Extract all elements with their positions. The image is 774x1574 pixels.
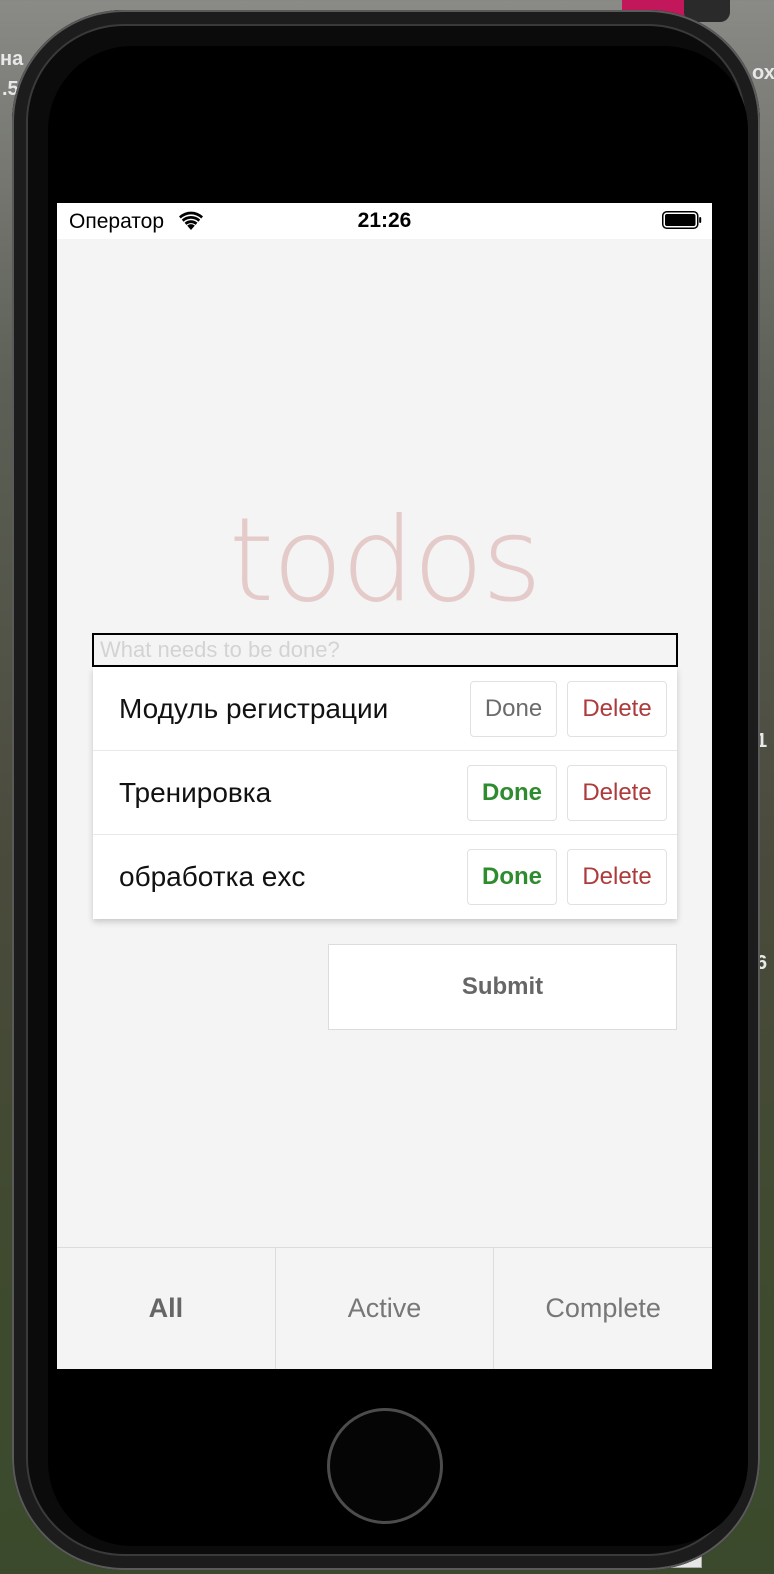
- new-todo-input[interactable]: [92, 633, 678, 667]
- done-button[interactable]: Done: [467, 764, 557, 821]
- background-text: ох: [752, 62, 774, 84]
- todo-text: Тренировка: [119, 776, 272, 808]
- tab-active[interactable]: Active: [276, 1248, 495, 1369]
- todo-text: Модуль регистрации: [119, 692, 389, 724]
- delete-button[interactable]: Delete: [567, 764, 667, 821]
- app-title: todos: [228, 493, 543, 628]
- phone-screen: Оператор 21:26 todos Модуль регистрации …: [57, 203, 712, 1369]
- todo-item: Тренировка Done Delete: [93, 751, 677, 835]
- done-button[interactable]: Done: [467, 849, 557, 905]
- clock: 21:26: [357, 209, 412, 232]
- background-text: на: [0, 48, 24, 70]
- done-button[interactable]: Done: [470, 680, 557, 737]
- todo-list: Модуль регистрации Done Delete Тренировк…: [93, 667, 677, 919]
- delete-button[interactable]: Delete: [567, 849, 667, 905]
- todo-text: обработка exc: [119, 861, 306, 892]
- todo-item: обработка exc Done Delete: [93, 835, 677, 919]
- filter-tab-bar: All Active Complete: [57, 1247, 712, 1369]
- battery-icon: [662, 211, 702, 229]
- todo-item: Модуль регистрации Done Delete: [93, 667, 677, 751]
- tab-all[interactable]: All: [57, 1248, 276, 1369]
- submit-button[interactable]: Submit: [328, 944, 677, 1030]
- home-button[interactable]: [327, 1408, 443, 1524]
- tab-complete[interactable]: Complete: [494, 1248, 712, 1369]
- delete-button[interactable]: Delete: [567, 680, 667, 737]
- status-bar: Оператор 21:26: [57, 203, 712, 239]
